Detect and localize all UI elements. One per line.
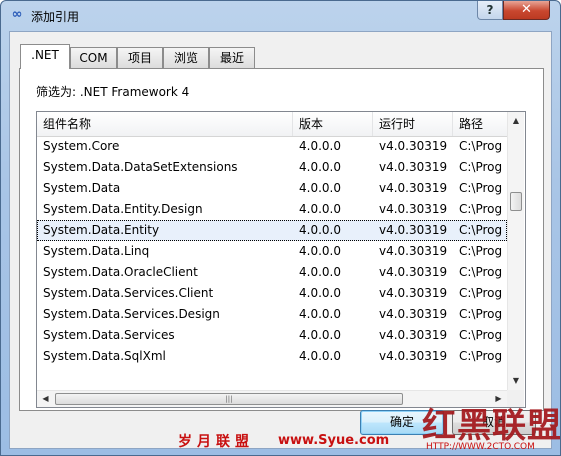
table-row[interactable]: System.Core 4.0.0.0 v4.0.30319 C:\Prog <box>37 136 507 157</box>
column-header-version[interactable]: 版本 <box>293 112 373 136</box>
runtime-cell: v4.0.30319 <box>379 223 448 237</box>
dotnet-tab-panel: 筛选为: .NET Framework 4 组件名称 版本 运行时 路径 Sys… <box>19 68 544 411</box>
runtime-cell: v4.0.30319 <box>379 181 448 195</box>
table-row[interactable]: System.Data.SqlXml 4.0.0.0 v4.0.30319 C:… <box>37 346 507 367</box>
window-title: 添加引用 <box>31 10 80 24</box>
table-row[interactable]: System.Data.Services.Design 4.0.0.0 v4.0… <box>37 304 507 325</box>
tab-project[interactable]: 项目 <box>117 47 163 68</box>
table-row[interactable]: System.Data.OracleClient 4.0.0.0 v4.0.30… <box>37 262 507 283</box>
path-cell: C:\Prog <box>459 328 503 342</box>
horizontal-scroll-thumb[interactable]: ||| <box>55 393 403 405</box>
path-cell: C:\Prog <box>459 265 503 279</box>
runtime-cell: v4.0.30319 <box>379 349 448 363</box>
table-row[interactable]: System.Data.Linq 4.0.0.0 v4.0.30319 C:\P… <box>37 241 507 262</box>
component-name-cell: System.Data.Services.Client <box>43 286 214 300</box>
watermark-site-url: www.Syue.com <box>278 433 390 448</box>
version-cell: 4.0.0.0 <box>299 286 341 300</box>
component-name-cell: System.Data <box>43 181 121 195</box>
column-header-path[interactable]: 路径 <box>453 112 507 136</box>
version-cell: 4.0.0.0 <box>299 307 341 321</box>
runtime-cell: v4.0.30319 <box>379 286 448 300</box>
watermark-logo-url: HTTP://WWW.2CTO.COM <box>426 442 535 452</box>
path-cell: C:\Prog <box>459 307 503 321</box>
version-cell: 4.0.0.0 <box>299 223 341 237</box>
path-cell: C:\Prog <box>459 202 503 216</box>
component-name-cell: System.Data.OracleClient <box>43 265 198 279</box>
dialog-client-area: .NET COM 项目 浏览 最近 筛选为: .NET Framework 4 … <box>9 31 552 449</box>
runtime-cell: v4.0.30319 <box>379 160 448 174</box>
runtime-cell: v4.0.30319 <box>379 139 448 153</box>
watermark-site-name: 岁月联盟 <box>178 434 254 450</box>
component-name-cell: System.Data.DataSetExtensions <box>43 160 238 174</box>
version-cell: 4.0.0.0 <box>299 265 341 279</box>
version-cell: 4.0.0.0 <box>299 349 341 363</box>
column-header-component-name[interactable]: 组件名称 <box>37 112 293 136</box>
path-cell: C:\Prog <box>459 139 503 153</box>
path-cell: C:\Prog <box>459 286 503 300</box>
component-name-cell: System.Data.Linq <box>43 244 150 258</box>
column-header-runtime[interactable]: 运行时 <box>373 112 453 136</box>
tab-recent[interactable]: 最近 <box>209 47 255 68</box>
runtime-cell: v4.0.30319 <box>379 328 448 342</box>
help-button[interactable]: ? <box>477 1 503 20</box>
filter-label: 筛选为: .NET Framework 4 <box>36 85 190 99</box>
table-row[interactable]: System.Data.Services.Client 4.0.0.0 v4.0… <box>37 283 507 304</box>
component-list[interactable]: 组件名称 版本 运行时 路径 System.Core 4.0.0.0 v4.0.… <box>36 111 526 408</box>
version-cell: 4.0.0.0 <box>299 139 341 153</box>
component-name-cell: System.Data.Entity <box>43 223 160 237</box>
title-bar[interactable]: ∞ 添加引用 ? ✕ <box>1 1 560 31</box>
tab-com[interactable]: COM <box>70 47 117 68</box>
version-cell: 4.0.0.0 <box>299 328 341 342</box>
watermark-logo-text: 红黑联盟 <box>422 406 561 446</box>
tab-browse[interactable]: 浏览 <box>163 47 209 68</box>
component-name-cell: System.Data.Services <box>43 328 175 342</box>
component-name-cell: System.Data.SqlXml <box>43 349 166 363</box>
component-name-cell: System.Core <box>43 139 120 153</box>
version-cell: 4.0.0.0 <box>299 181 341 195</box>
vertical-scrollbar[interactable]: ▲ ▼ <box>507 112 524 390</box>
scroll-down-arrow-icon[interactable]: ▼ <box>508 372 524 389</box>
add-reference-dialog: ∞ 添加引用 ? ✕ .NET COM 项目 浏览 最近 筛选为: .NET F… <box>0 0 561 456</box>
close-button[interactable]: ✕ <box>503 1 550 20</box>
path-cell: C:\Prog <box>459 181 503 195</box>
table-row[interactable]: System.Data.DataSetExtensions 4.0.0.0 v4… <box>37 157 507 178</box>
table-row[interactable]: System.Data.Services 4.0.0.0 v4.0.30319 … <box>37 325 507 346</box>
link-icon: ∞ <box>11 7 23 22</box>
path-cell: C:\Prog <box>459 349 503 363</box>
path-cell: C:\Prog <box>459 223 503 237</box>
runtime-cell: v4.0.30319 <box>379 244 448 258</box>
component-name-cell: System.Data.Services.Design <box>43 307 220 321</box>
vertical-scroll-thumb[interactable] <box>510 192 522 211</box>
tab-dotnet[interactable]: .NET <box>20 44 70 69</box>
version-cell: 4.0.0.0 <box>299 160 341 174</box>
list-header: 组件名称 版本 运行时 路径 <box>37 112 507 137</box>
runtime-cell: v4.0.30319 <box>379 265 448 279</box>
runtime-cell: v4.0.30319 <box>379 307 448 321</box>
scroll-left-arrow-icon[interactable]: ◀ <box>37 391 54 407</box>
table-row-selected[interactable]: System.Data.Entity 4.0.0.0 v4.0.30319 C:… <box>37 220 507 241</box>
path-cell: C:\Prog <box>459 244 503 258</box>
version-cell: 4.0.0.0 <box>299 202 341 216</box>
table-row[interactable]: System.Data 4.0.0.0 v4.0.30319 C:\Prog <box>37 178 507 199</box>
scroll-up-arrow-icon[interactable]: ▲ <box>508 112 524 129</box>
table-row[interactable]: System.Data.Entity.Design 4.0.0.0 v4.0.3… <box>37 199 507 220</box>
close-icon: ✕ <box>521 2 532 17</box>
component-name-cell: System.Data.Entity.Design <box>43 202 203 216</box>
version-cell: 4.0.0.0 <box>299 244 341 258</box>
path-cell: C:\Prog <box>459 160 503 174</box>
runtime-cell: v4.0.30319 <box>379 202 448 216</box>
